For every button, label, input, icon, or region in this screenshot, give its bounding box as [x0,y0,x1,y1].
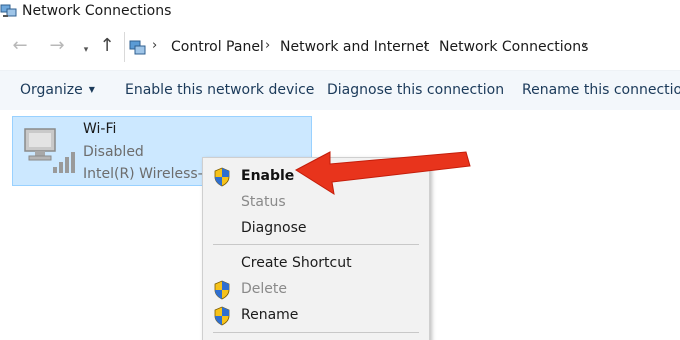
uac-shield-icon [214,306,230,326]
forward-arrow-icon[interactable]: → [47,36,67,56]
uac-shield-icon [214,167,230,187]
menu-item-label: Delete [241,281,287,297]
connection-device: Intel(R) Wireless-AC [83,166,222,182]
menu-item-status[interactable]: Status [203,190,429,214]
command-bar: Organize ▼ Enable this network device Dia… [0,70,680,110]
control-panel-icon [129,40,146,55]
breadcrumb-network-and-internet[interactable]: Network and Internet [280,39,429,55]
menu-item-label: Enable [241,168,295,184]
connection-name: Wi-Fi [83,121,117,137]
connection-status: Disabled [83,144,144,160]
wireless-adapter-icon [24,128,75,173]
menu-item-delete[interactable]: Delete [203,277,429,301]
menu-item-create-shortcut[interactable]: Create Shortcut [203,251,429,275]
uac-shield-icon [214,280,230,300]
context-menu: Enable Status Diagnose Create Shortcut D… [202,157,430,340]
rename-connection-button[interactable]: Rename this connection [522,82,680,98]
diagnose-connection-button[interactable]: Diagnose this connection [327,82,504,98]
menu-item-enable[interactable]: Enable [203,164,429,188]
menu-item-label: Status [241,194,286,210]
enable-device-button[interactable]: Enable this network device [125,82,314,98]
menu-separator [213,244,419,245]
chevron-right-icon: › [152,38,158,53]
organize-label: Organize [20,82,83,98]
chevron-right-icon[interactable]: › [423,38,428,53]
menu-item-diagnose[interactable]: Diagnose [203,216,429,240]
chevron-right-icon[interactable]: › [582,38,587,53]
address-row: ← → ▾ ↑ › Control Panel › Network and In… [0,30,680,64]
network-connections-icon [0,4,17,17]
organize-button[interactable]: Organize ▼ [20,82,95,98]
menu-item-label: Diagnose [241,220,307,236]
back-arrow-icon[interactable]: ← [10,36,30,56]
menu-item-label: Create Shortcut [241,255,352,271]
recent-locations-chevron-icon[interactable]: ▾ [80,40,92,60]
chevron-right-icon[interactable]: › [265,38,270,53]
title-bar: Network Connections [0,0,680,24]
breadcrumb-control-panel[interactable]: Control Panel [171,39,264,55]
menu-separator [213,332,419,333]
breadcrumb-network-connections[interactable]: Network Connections [439,39,588,55]
window-title: Network Connections [22,3,172,19]
menu-item-label: Rename [241,307,299,323]
caret-down-icon: ▼ [88,85,95,94]
menu-item-rename[interactable]: Rename [203,303,429,327]
up-arrow-icon[interactable]: ↑ [97,36,117,56]
address-bar[interactable]: › Control Panel › Network and Internet ›… [124,32,680,62]
